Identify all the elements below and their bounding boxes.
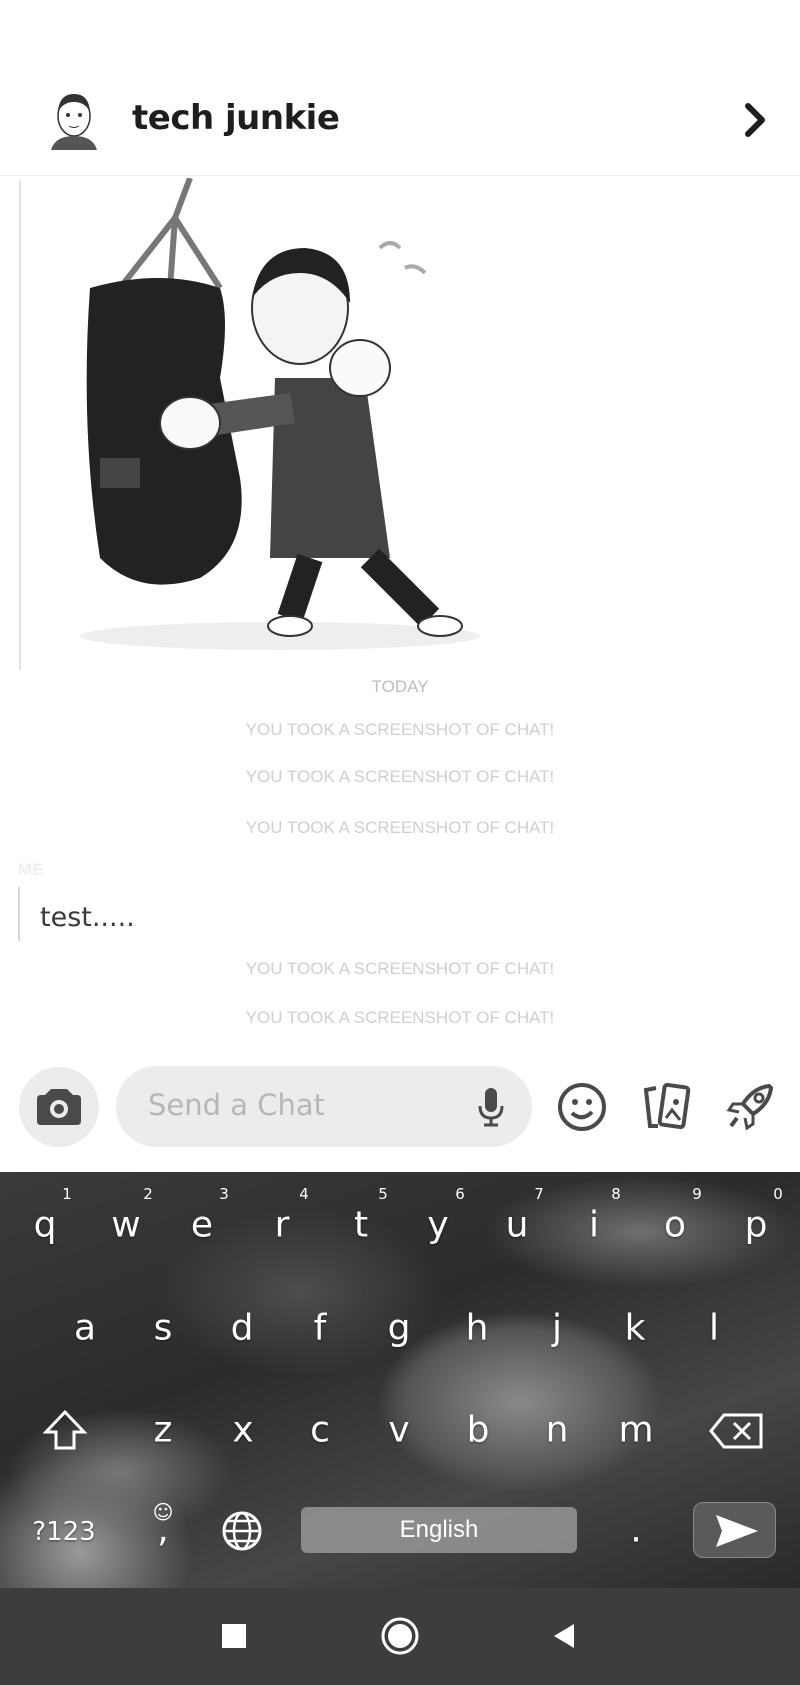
date-label: TODAY [371,677,429,696]
contact-name[interactable]: tech junkie [132,98,340,138]
screenshot-notice: YOU TOOK A SCREENSHOT OF CHAT! [245,1008,555,1027]
key-d[interactable]: d [231,1308,254,1349]
send-icon [716,1515,758,1547]
backspace-icon[interactable] [708,1412,764,1450]
key-hint: 9 [692,1185,702,1203]
key-hint: 1 [62,1185,72,1203]
shift-icon[interactable] [42,1408,88,1452]
key-r[interactable]: r [275,1205,290,1246]
key-m[interactable]: m [618,1410,653,1451]
keyboard: q 1 w 2 e 3 r 4 t 5 y 6 u 7 i 8 o 9 p 0 a s d f g h j k l z x c v b n m ?123… [0,1172,800,1588]
key-h[interactable]: h [466,1308,489,1349]
key-y[interactable]: y [427,1205,448,1246]
send-key[interactable] [693,1502,776,1558]
chat-message[interactable]: test..... [40,902,135,933]
key-z[interactable]: z [154,1410,173,1451]
message-border [18,887,20,941]
sender-label: ME [18,860,44,879]
key-i[interactable]: i [589,1205,599,1246]
key-t[interactable]: t [354,1205,368,1246]
emoji-icon[interactable] [555,1080,609,1134]
key-e[interactable]: e [191,1205,213,1246]
screenshot-notice: YOU TOOK A SCREENSHOT OF CHAT! [245,720,555,739]
recents-icon[interactable] [222,1624,246,1648]
key-hint: 5 [378,1185,388,1203]
key-hint: 4 [299,1185,309,1203]
screenshot-notice: YOU TOOK A SCREENSHOT OF CHAT! [245,767,555,786]
message-border [19,180,21,670]
home-icon[interactable] [380,1616,420,1656]
key-hint: 7 [534,1185,544,1203]
space-key[interactable]: English [301,1507,577,1553]
avatar[interactable] [45,88,103,150]
key-l[interactable]: l [709,1308,719,1349]
key-hint: 6 [455,1185,465,1203]
period-key[interactable]: . [630,1510,641,1551]
key-w[interactable]: w [111,1205,140,1246]
key-b[interactable]: b [467,1410,490,1451]
globe-icon[interactable] [220,1509,264,1553]
chevron-right-icon[interactable] [740,100,770,140]
key-o[interactable]: o [664,1205,686,1246]
rocket-icon[interactable] [723,1080,777,1134]
navigation-bar [0,1588,800,1685]
bitmoji-sticker[interactable] [60,178,520,658]
key-j[interactable]: j [552,1308,562,1349]
key-g[interactable]: g [388,1308,411,1349]
emoji-hint: ☺ [152,1500,174,1524]
chat-header: tech junkie [0,0,800,176]
key-f[interactable]: f [314,1308,327,1349]
key-hint: 0 [773,1185,783,1203]
key-hint: 8 [611,1185,621,1203]
key-u[interactable]: u [506,1205,529,1246]
camera-button[interactable] [19,1067,99,1147]
cards-icon[interactable] [640,1080,694,1134]
camera-icon [37,1089,81,1125]
key-k[interactable]: k [625,1308,646,1349]
key-v[interactable]: v [388,1410,409,1451]
key-q[interactable]: q [34,1205,57,1246]
key-c[interactable]: c [310,1410,330,1451]
key-a[interactable]: a [74,1308,96,1349]
microphone-icon[interactable] [476,1086,506,1128]
key-hint: 2 [143,1185,153,1203]
key-x[interactable]: x [232,1410,253,1451]
key-n[interactable]: n [546,1410,569,1451]
chat-input[interactable]: Send a Chat [116,1066,532,1147]
screenshot-notice: YOU TOOK A SCREENSHOT OF CHAT! [245,959,555,978]
screenshot-notice: YOU TOOK A SCREENSHOT OF CHAT! [245,818,555,837]
symbols-key[interactable]: ?123 [32,1517,95,1547]
key-hint: 3 [219,1185,229,1203]
key-p[interactable]: p [745,1205,768,1246]
key-s[interactable]: s [154,1308,173,1349]
back-icon[interactable] [552,1623,576,1649]
chat-input-placeholder: Send a Chat [148,1088,326,1122]
